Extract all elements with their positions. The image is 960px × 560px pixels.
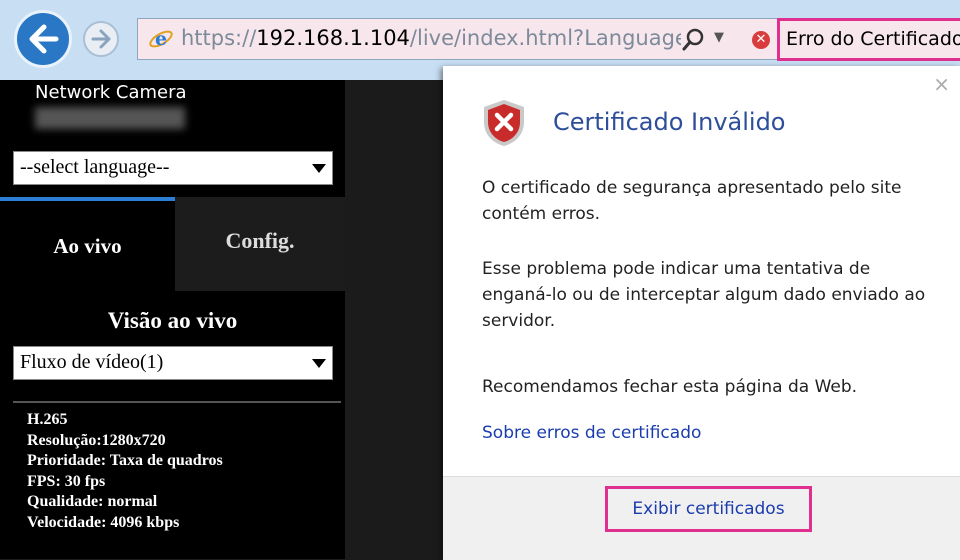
info-bitrate: Velocidade: 4096 kbps <box>27 513 180 531</box>
divider <box>13 401 341 403</box>
certificate-error-button[interactable]: Erro do Certificado <box>777 18 960 61</box>
stream-info: H.265 Resolução:1280x720 Prioridade: Tax… <box>27 410 223 533</box>
language-select-value: --select language-- <box>20 156 170 178</box>
info-codec: H.265 <box>27 411 68 428</box>
chevron-down-icon <box>312 164 326 173</box>
camera-sidebar: Network Camera --select language-- Ao vi… <box>0 80 345 559</box>
live-view-heading: Visão ao vivo <box>107 308 238 333</box>
dropdown-icon[interactable]: ▼ <box>714 30 724 45</box>
close-icon[interactable]: × <box>933 72 950 96</box>
forward-button[interactable] <box>83 21 119 57</box>
popup-paragraph-2: Esse problema pode indicar uma tentativa… <box>482 259 926 331</box>
url-scheme: https:// <box>181 26 257 50</box>
stream-select[interactable]: Fluxo de vídeo(1) <box>13 346 333 380</box>
address-url[interactable]: https://192.168.1.104/live/index.html?La… <box>181 20 681 56</box>
view-certificates-button[interactable]: Exibir certificados <box>605 486 812 532</box>
certificate-errors-link[interactable]: Sobre erros de certificado <box>482 423 701 443</box>
ie-logo-icon: e <box>149 28 173 50</box>
popup-paragraph-1: O certificado de segurança apresentado p… <box>482 178 902 224</box>
info-priority: Prioridade: Taxa de quadros <box>27 452 223 469</box>
info-fps: FPS: 30 fps <box>27 472 106 490</box>
tab-live[interactable]: Ao vivo <box>0 201 175 291</box>
info-resolution: Resolução:1280x720 <box>27 431 166 449</box>
popup-paragraph-3: Recomendamos fechar esta página da Web. <box>482 377 858 397</box>
info-quality: Qualidade: normal <box>27 493 158 510</box>
shield-error-icon <box>484 100 524 146</box>
url-path: /live/index.html?Language= <box>409 26 681 50</box>
svg-text:e: e <box>155 28 167 50</box>
back-button[interactable] <box>14 10 72 68</box>
language-select[interactable]: --select language-- <box>13 151 333 185</box>
forward-arrow-icon <box>91 29 111 49</box>
error-icon[interactable]: ✕ <box>752 31 770 49</box>
url-host: 192.168.1.104 <box>256 26 410 50</box>
chevron-down-icon <box>312 359 326 368</box>
camera-title: Network Camera <box>35 82 187 103</box>
camera-model-blurred <box>35 107 185 129</box>
back-arrow-icon <box>29 24 59 54</box>
stream-select-value: Fluxo de vídeo(1) <box>20 351 164 373</box>
certificate-popup: × Certificado Inválido O certificado de … <box>443 66 960 560</box>
popup-title: Certificado Inválido <box>553 108 786 136</box>
tab-config[interactable]: Config. <box>175 197 345 291</box>
search-icon[interactable] <box>680 26 708 54</box>
